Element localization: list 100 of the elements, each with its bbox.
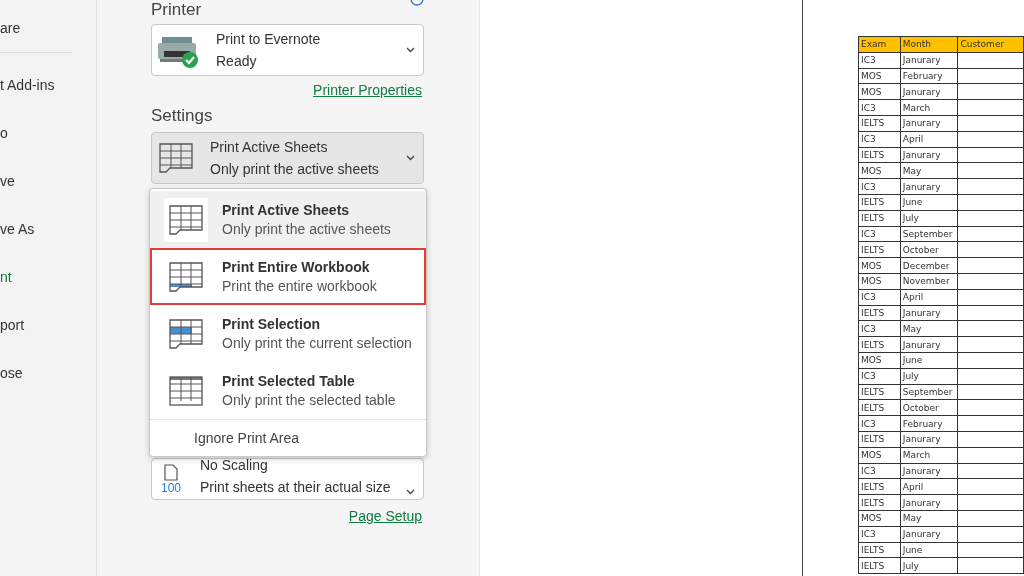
menu-item-subtitle: Only print the current selection [222, 335, 412, 351]
table-cell: Janurary [900, 147, 958, 163]
menu-item[interactable]: Print Selection Only print the current selection [150, 305, 426, 362]
table-cell: IELTS [858, 494, 901, 511]
table-cell: June [900, 542, 958, 558]
column-header: Exam [858, 36, 901, 53]
printer-dropdown[interactable]: Print to Evernote Ready [151, 24, 424, 76]
table-cell: Janurary [900, 526, 958, 542]
table-cell: MOS [858, 162, 901, 179]
dropdown-title: Print Active Sheets [210, 139, 329, 155]
table-cell: April [900, 131, 958, 148]
nav-item[interactable]: ve As [0, 219, 96, 239]
table-cell: May [900, 510, 958, 527]
menu-item-title: Print Entire Workbook [222, 259, 371, 275]
table-cell: May [900, 320, 958, 337]
menu-item[interactable]: Print Active Sheets Only print the active sheets [150, 191, 426, 248]
table-cell: July [900, 368, 958, 385]
table-cell: IC3 [858, 368, 901, 385]
table-cell: Janurary [900, 52, 958, 69]
table-cell: February [900, 415, 958, 432]
table-cell: IELTS [858, 431, 901, 448]
section-heading: Printer [151, 0, 202, 20]
table-cell: IC3 [858, 526, 901, 542]
chevron-down-icon [406, 47, 415, 53]
table-cell: IELTS [858, 399, 901, 416]
table-cell: MOS [858, 510, 901, 527]
table-cell: IELTS [858, 147, 901, 163]
table-cell: July [900, 210, 958, 227]
table-cell: IELTS [858, 305, 901, 321]
table-cell: IELTS [858, 384, 901, 400]
table-cell: July [900, 557, 958, 574]
table-cell: IC3 [858, 131, 901, 148]
table-cell: IELTS [858, 542, 901, 558]
menu-item-subtitle: Print the entire workbook [222, 278, 377, 294]
table-cell: IELTS [858, 210, 901, 227]
dropdown-subtitle: Only print the active sheets [210, 161, 380, 177]
table-cell: MOS [858, 68, 901, 84]
print-what-dropdown[interactable]: Print Active Sheets Only print the active sheets [151, 132, 424, 184]
table-cell: May [900, 162, 958, 179]
table-cell: Janurary [900, 336, 958, 353]
table-cell: IC3 [858, 178, 901, 195]
scaling-dropdown[interactable]: 100 No Scaling Print sheets at their actual size [151, 458, 424, 500]
table-cell: IC3 [858, 463, 901, 479]
table-cell: IELTS [858, 115, 901, 132]
page-setup-link[interactable]: Page Setup [348, 508, 422, 524]
table-cell: IC3 [858, 226, 901, 242]
table-cell: IC3 [858, 99, 901, 116]
table-cell: March [900, 99, 958, 116]
table-cell: IELTS [858, 336, 901, 353]
table-cell: IC3 [858, 289, 901, 306]
table-cell: September [900, 226, 958, 242]
nav-item[interactable]: ve [0, 171, 96, 191]
table-cell: April [900, 289, 958, 306]
table-cell: IELTS [858, 194, 901, 211]
table-cell: September [900, 384, 958, 400]
table-cell: November [900, 273, 958, 290]
table-cell: October [900, 399, 958, 416]
scale-value: 100 [161, 481, 181, 495]
table-cell: Janurary [900, 431, 958, 448]
menu-item[interactable]: Print Selected Table Only print the selected table [150, 362, 426, 419]
table-cell: October [900, 241, 958, 258]
table-cell: February [900, 68, 958, 84]
nav-item[interactable]: nt [0, 267, 96, 287]
nav-item[interactable]: o [0, 123, 96, 143]
printer-properties-link[interactable]: Printer Properties [313, 82, 422, 98]
table-cell: March [900, 447, 958, 463]
page-icon [164, 464, 178, 481]
chevron-down-icon [406, 155, 415, 161]
table-cell: April [900, 478, 958, 495]
table-cell: MOS [858, 257, 901, 274]
table-cell: Janurary [900, 83, 958, 100]
table-cell: Janurary [900, 115, 958, 132]
table-cell: IELTS [858, 241, 901, 258]
printer-name: Print to Evernote [216, 31, 322, 47]
menu-item[interactable]: Print Entire Workbook Print the entire workbook [150, 248, 426, 305]
column-header: Month [900, 36, 958, 53]
table-cell: June [900, 194, 958, 211]
table-cell: Janurary [900, 305, 958, 321]
table-cell: December [900, 257, 958, 274]
table-cell: IELTS [858, 478, 901, 495]
table-cell: MOS [858, 83, 901, 100]
nav-item[interactable]: ose [0, 363, 96, 383]
chevron-down-icon [406, 489, 415, 495]
table-cell: Janurary [900, 494, 958, 511]
table-cell: Janurary [900, 463, 958, 479]
table-cell: Janurary [900, 178, 958, 195]
dropdown-subtitle: Print sheets at their actual size [200, 479, 392, 495]
table-cell: IC3 [858, 415, 901, 432]
table-cell: IC3 [858, 320, 901, 337]
nav-item[interactable]: are [0, 18, 96, 38]
menu-item-subtitle: Only print the active sheets [222, 221, 391, 237]
menu-item-title: Print Active Sheets [222, 202, 351, 218]
printer-status: Ready [216, 53, 258, 69]
menu-item[interactable]: Ignore Print Area [194, 430, 300, 446]
nav-item[interactable]: t Add-ins [0, 75, 96, 95]
menu-item-title: Print Selected Table [222, 373, 356, 389]
section-heading: Settings [151, 106, 214, 126]
table-cell: IELTS [858, 557, 901, 574]
menu-item-subtitle: Only print the selected table [222, 392, 396, 408]
nav-item[interactable]: port [0, 315, 96, 335]
